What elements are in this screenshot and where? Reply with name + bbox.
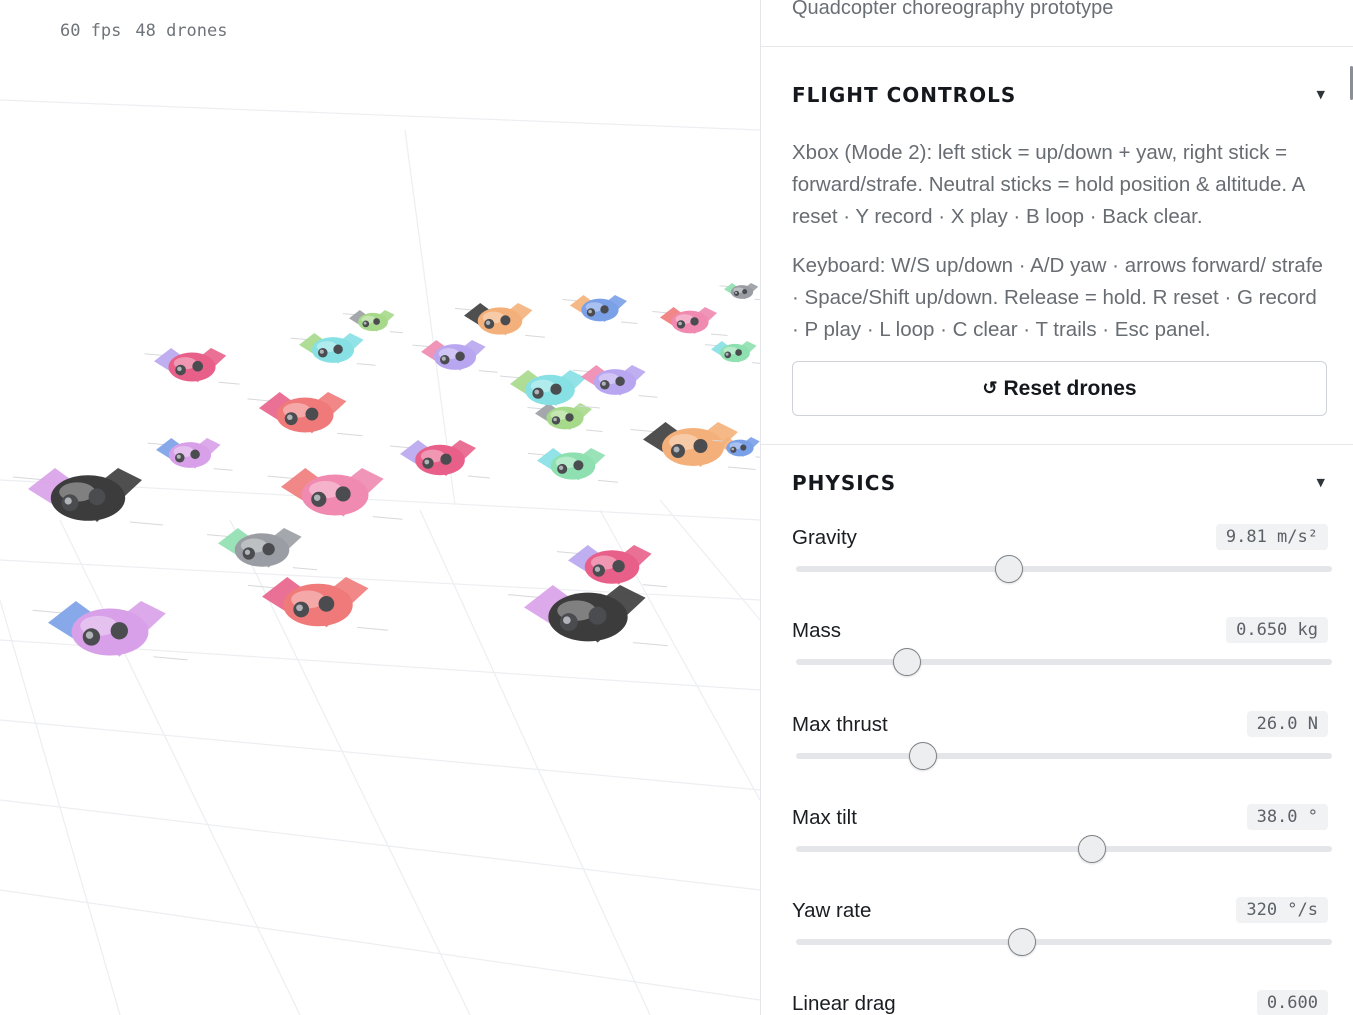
max-tilt-label: Max tilt: [792, 806, 857, 829]
max-thrust-value: 26.0 N: [1246, 711, 1328, 737]
gravity-label: Gravity: [792, 526, 857, 549]
max-tilt-slider[interactable]: [796, 835, 1332, 863]
physics-title[interactable]: PHYSICS: [792, 471, 896, 495]
drone: [527, 448, 619, 483]
flight-controls-title[interactable]: FLIGHT CONTROLS: [792, 83, 1016, 107]
gravity-slider[interactable]: [796, 555, 1332, 583]
keyboard-help-text: Keyboard: W/S up/down · A/D yaw · arrows…: [792, 254, 1323, 341]
grid-line: [0, 799, 760, 891]
grid-line: [419, 509, 651, 1015]
mass-label: Mass: [792, 619, 841, 642]
caret-down-icon[interactable]: ▼: [1317, 476, 1325, 489]
gravity-slider-thumb[interactable]: [995, 555, 1024, 583]
3d-viewport[interactable]: 60 fps 48 drones: [0, 0, 760, 1015]
yaw-rate-label: Yaw rate: [792, 899, 872, 922]
drone: [454, 303, 546, 338]
control-panel[interactable]: Quadcopter choreography prototype FLIGHT…: [760, 0, 1353, 1015]
linear-drag-param: Linear drag 0.600: [792, 990, 1328, 1015]
reset-drones-button[interactable]: ↺ Reset drones: [792, 361, 1327, 416]
section-divider: [761, 444, 1353, 445]
drone: [389, 440, 491, 479]
panel-subtitle: Quadcopter choreography prototype: [792, 0, 1114, 19]
gamepad-help-text: Xbox (Mode 2): left stick = up/down + ya…: [792, 141, 1305, 228]
mass-value: 0.650 kg: [1226, 617, 1328, 643]
grid-line: [659, 499, 760, 621]
reset-drones-label: Reset drones: [1003, 376, 1137, 400]
caret-down-icon[interactable]: ▼: [1317, 88, 1325, 101]
drone: [290, 333, 376, 366]
drone: [206, 528, 318, 571]
linear-drag-label: Linear drag: [792, 992, 896, 1015]
drone: [556, 545, 668, 588]
section-divider: [761, 46, 1353, 47]
drone: [704, 341, 760, 364]
max-thrust-label: Max thrust: [792, 713, 888, 736]
drone-scene[interactable]: [0, 0, 760, 1015]
grid-line: [0, 889, 760, 1001]
gravity-value: 9.81 m/s²: [1215, 524, 1328, 550]
max-tilt-slider-thumb[interactable]: [1077, 835, 1106, 863]
fps-counter: 60 fps: [59, 21, 122, 41]
grid-line: [0, 99, 760, 131]
drone: [267, 468, 403, 520]
drone: [342, 310, 404, 334]
grid-line: [0, 719, 760, 791]
max-thrust-slider[interactable]: [796, 742, 1332, 770]
mass-slider-thumb[interactable]: [892, 648, 921, 676]
yaw-rate-slider-thumb[interactable]: [1007, 928, 1036, 956]
drone: [247, 577, 389, 631]
grid-line: [0, 599, 121, 1015]
max-thrust-param: Max thrust 26.0 N: [792, 711, 1332, 781]
drone-swarm: [12, 283, 760, 661]
drone: [144, 348, 240, 385]
yaw-rate-value: 320 °/s: [1236, 897, 1328, 923]
linear-drag-value: 0.600: [1256, 990, 1328, 1015]
yaw-rate-param: Yaw rate 320 °/s: [792, 897, 1332, 967]
yaw-rate-slider[interactable]: [796, 928, 1332, 956]
max-tilt-param: Max tilt 38.0 °: [792, 804, 1332, 874]
gravity-param: Gravity 9.81 m/s²: [792, 524, 1332, 594]
drone: [572, 365, 658, 398]
max-tilt-value: 38.0 °: [1246, 804, 1328, 830]
grid-line: [59, 519, 301, 1015]
mass-slider[interactable]: [796, 648, 1332, 676]
drone: [12, 468, 164, 526]
max-thrust-slider-thumb[interactable]: [909, 742, 938, 770]
mass-param: Mass 0.650 kg: [792, 617, 1332, 687]
drone: [652, 307, 728, 336]
hud-stats: 60 fps 48 drones: [19, 1, 228, 61]
drone: [147, 438, 233, 471]
drone: [247, 392, 363, 437]
drone-count: 48 drones: [135, 21, 228, 41]
drone: [719, 283, 760, 301]
drone: [412, 340, 498, 373]
reset-icon: ↺: [982, 378, 998, 398]
drone: [562, 295, 638, 324]
